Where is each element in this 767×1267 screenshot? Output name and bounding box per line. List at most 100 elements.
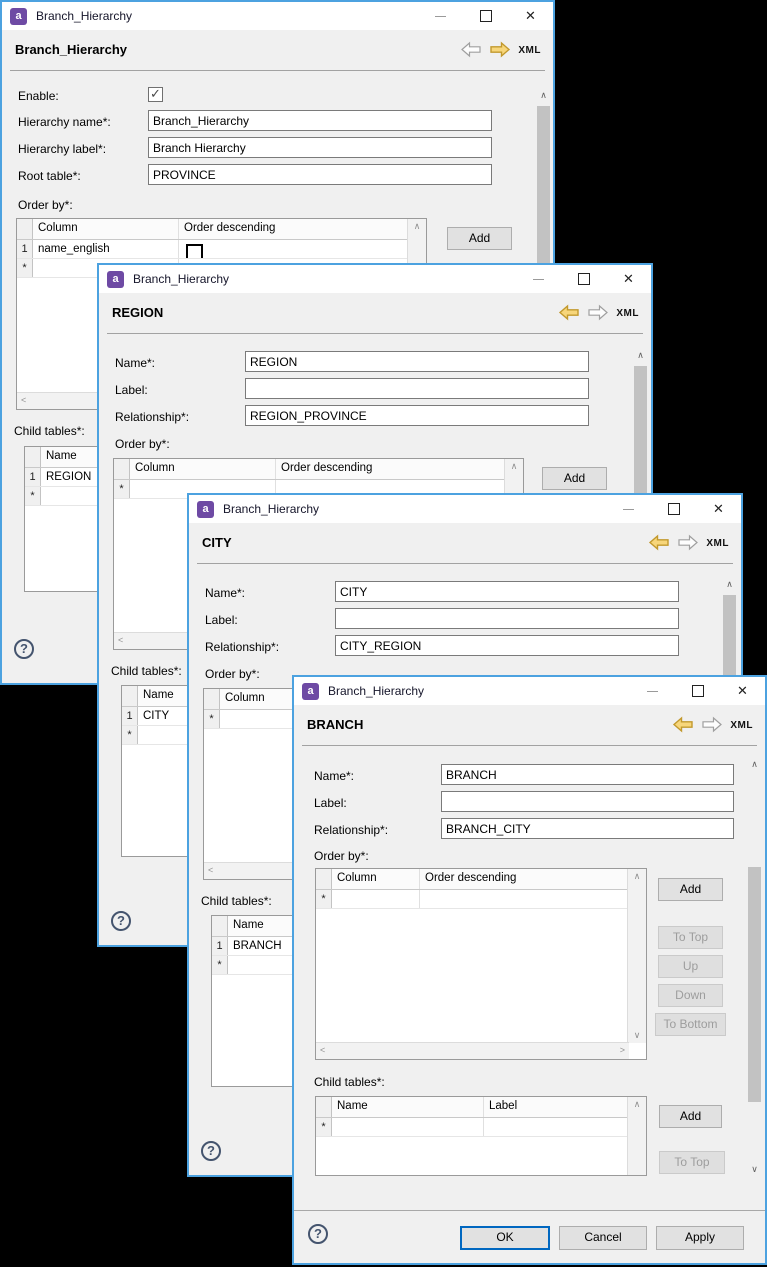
app-icon-letter: a: [202, 503, 208, 515]
name-input[interactable]: [441, 764, 734, 785]
titlebar[interactable]: a Branch_Hierarchy ✕: [99, 265, 651, 293]
close-button[interactable]: ✕: [606, 265, 651, 293]
empty-cell[interactable]: [420, 890, 646, 908]
root-table-input[interactable]: [148, 164, 492, 185]
maximize-button[interactable]: [675, 677, 720, 705]
minimize-icon: [647, 691, 658, 692]
order-by-add-button[interactable]: Add: [658, 878, 723, 901]
xml-button[interactable]: XML: [616, 307, 639, 319]
column-header[interactable]: Order descending: [276, 459, 523, 479]
ok-button[interactable]: OK: [460, 1226, 550, 1250]
column-header[interactable]: Column: [130, 459, 276, 479]
label-input[interactable]: [441, 791, 734, 812]
titlebar[interactable]: a Branch_Hierarchy ✕: [189, 495, 741, 523]
titlebar[interactable]: a Branch_Hierarchy ✕: [294, 677, 765, 705]
enable-checkbox[interactable]: [148, 87, 163, 102]
help-icon[interactable]: ?: [14, 639, 34, 659]
forward-icon[interactable]: [677, 534, 699, 551]
cancel-button[interactable]: Cancel: [559, 1226, 647, 1250]
child-tables-label: Child tables*:: [14, 424, 85, 438]
forward-icon[interactable]: [587, 304, 609, 321]
dialog-window: a Branch_Hierarchy ✕ BRANCH XML Name*: L…: [292, 675, 767, 1265]
column-header[interactable]: Name: [332, 1097, 484, 1117]
name-input[interactable]: [335, 581, 679, 602]
row-number-header: [114, 459, 130, 479]
column-header[interactable]: Column: [33, 219, 179, 239]
new-row-marker: *: [212, 956, 228, 974]
empty-cell[interactable]: [332, 1118, 484, 1136]
new-row[interactable]: *: [316, 890, 646, 909]
help-icon[interactable]: ?: [308, 1224, 328, 1244]
back-icon[interactable]: [558, 304, 580, 321]
xml-button[interactable]: XML: [730, 719, 753, 731]
order-descending-checkbox[interactable]: [186, 244, 203, 258]
xml-button[interactable]: XML: [706, 537, 729, 549]
root-table-label: Root table*:: [18, 169, 81, 183]
child-tables-label: Child tables*:: [201, 894, 272, 908]
new-row[interactable]: *: [316, 1118, 646, 1137]
row-number-header: [122, 686, 138, 706]
order-by-add-button[interactable]: Add: [542, 467, 607, 490]
order-descending-cell[interactable]: [179, 240, 426, 258]
empty-cell[interactable]: [484, 1118, 646, 1136]
window-title: Branch_Hierarchy: [223, 502, 319, 516]
forward-icon[interactable]: [489, 41, 511, 58]
child-tables-to-top-button[interactable]: To Top: [659, 1151, 725, 1174]
order-by-table[interactable]: Column Order descending * ∧∨ <>: [315, 868, 647, 1060]
minimize-button[interactable]: [418, 2, 463, 30]
hierarchy-name-input[interactable]: [148, 110, 492, 131]
name-label: Name*:: [314, 769, 354, 783]
order-by-up-button[interactable]: Up: [658, 955, 723, 978]
xml-button[interactable]: XML: [518, 44, 541, 56]
column-header[interactable]: Column: [332, 869, 420, 889]
table-vertical-scrollbar[interactable]: ∧∨: [627, 869, 646, 1043]
scrollbar-thumb[interactable]: [748, 867, 761, 1102]
order-by-to-bottom-button[interactable]: To Bottom: [655, 1013, 726, 1036]
help-icon[interactable]: ?: [201, 1141, 221, 1161]
table-horizontal-scrollbar[interactable]: <>: [316, 1042, 629, 1059]
order-by-down-button[interactable]: Down: [658, 984, 723, 1007]
relationship-input[interactable]: [245, 405, 589, 426]
child-tables-add-button[interactable]: Add: [659, 1105, 722, 1128]
maximize-button[interactable]: [463, 2, 508, 30]
close-button[interactable]: ✕: [696, 495, 741, 523]
label-input[interactable]: [245, 378, 589, 399]
close-button[interactable]: ✕: [508, 2, 553, 30]
window-scrollbar[interactable]: ∧ ∨: [746, 757, 763, 1177]
label-input[interactable]: [335, 608, 679, 629]
relationship-label: Relationship*:: [205, 640, 279, 654]
forward-icon[interactable]: [701, 716, 723, 733]
child-tables-table[interactable]: Name Label * ∧: [315, 1096, 647, 1176]
titlebar[interactable]: a Branch_Hierarchy ✕: [2, 2, 553, 30]
back-icon[interactable]: [648, 534, 670, 551]
relationship-input[interactable]: [441, 818, 734, 839]
maximize-button[interactable]: [561, 265, 606, 293]
order-by-add-button[interactable]: Add: [447, 227, 512, 250]
help-icon[interactable]: ?: [111, 911, 131, 931]
row-number: 1: [212, 937, 228, 955]
table-vertical-scrollbar[interactable]: ∧: [627, 1097, 646, 1175]
apply-button[interactable]: Apply: [656, 1226, 744, 1250]
minimize-icon: [435, 16, 446, 17]
table-row[interactable]: 1 name_english: [17, 240, 426, 259]
relationship-input[interactable]: [335, 635, 679, 656]
name-input[interactable]: [245, 351, 589, 372]
close-button[interactable]: ✕: [720, 677, 765, 705]
column-header[interactable]: Label: [484, 1097, 646, 1117]
window-title: Branch_Hierarchy: [133, 272, 229, 286]
new-row-marker: *: [316, 1118, 332, 1136]
back-icon[interactable]: [460, 41, 482, 58]
minimize-button[interactable]: [630, 677, 675, 705]
hierarchy-label-input[interactable]: [148, 137, 492, 158]
column-header[interactable]: Order descending: [420, 869, 646, 889]
back-icon[interactable]: [672, 716, 694, 733]
column-header[interactable]: Order descending: [179, 219, 426, 239]
empty-cell[interactable]: [332, 890, 420, 908]
order-by-to-top-button[interactable]: To Top: [658, 926, 723, 949]
app-icon-letter: a: [15, 10, 21, 22]
minimize-button[interactable]: [606, 495, 651, 523]
order-column-cell[interactable]: name_english: [33, 240, 179, 258]
minimize-button[interactable]: [516, 265, 561, 293]
maximize-button[interactable]: [651, 495, 696, 523]
minimize-icon: [533, 279, 544, 280]
